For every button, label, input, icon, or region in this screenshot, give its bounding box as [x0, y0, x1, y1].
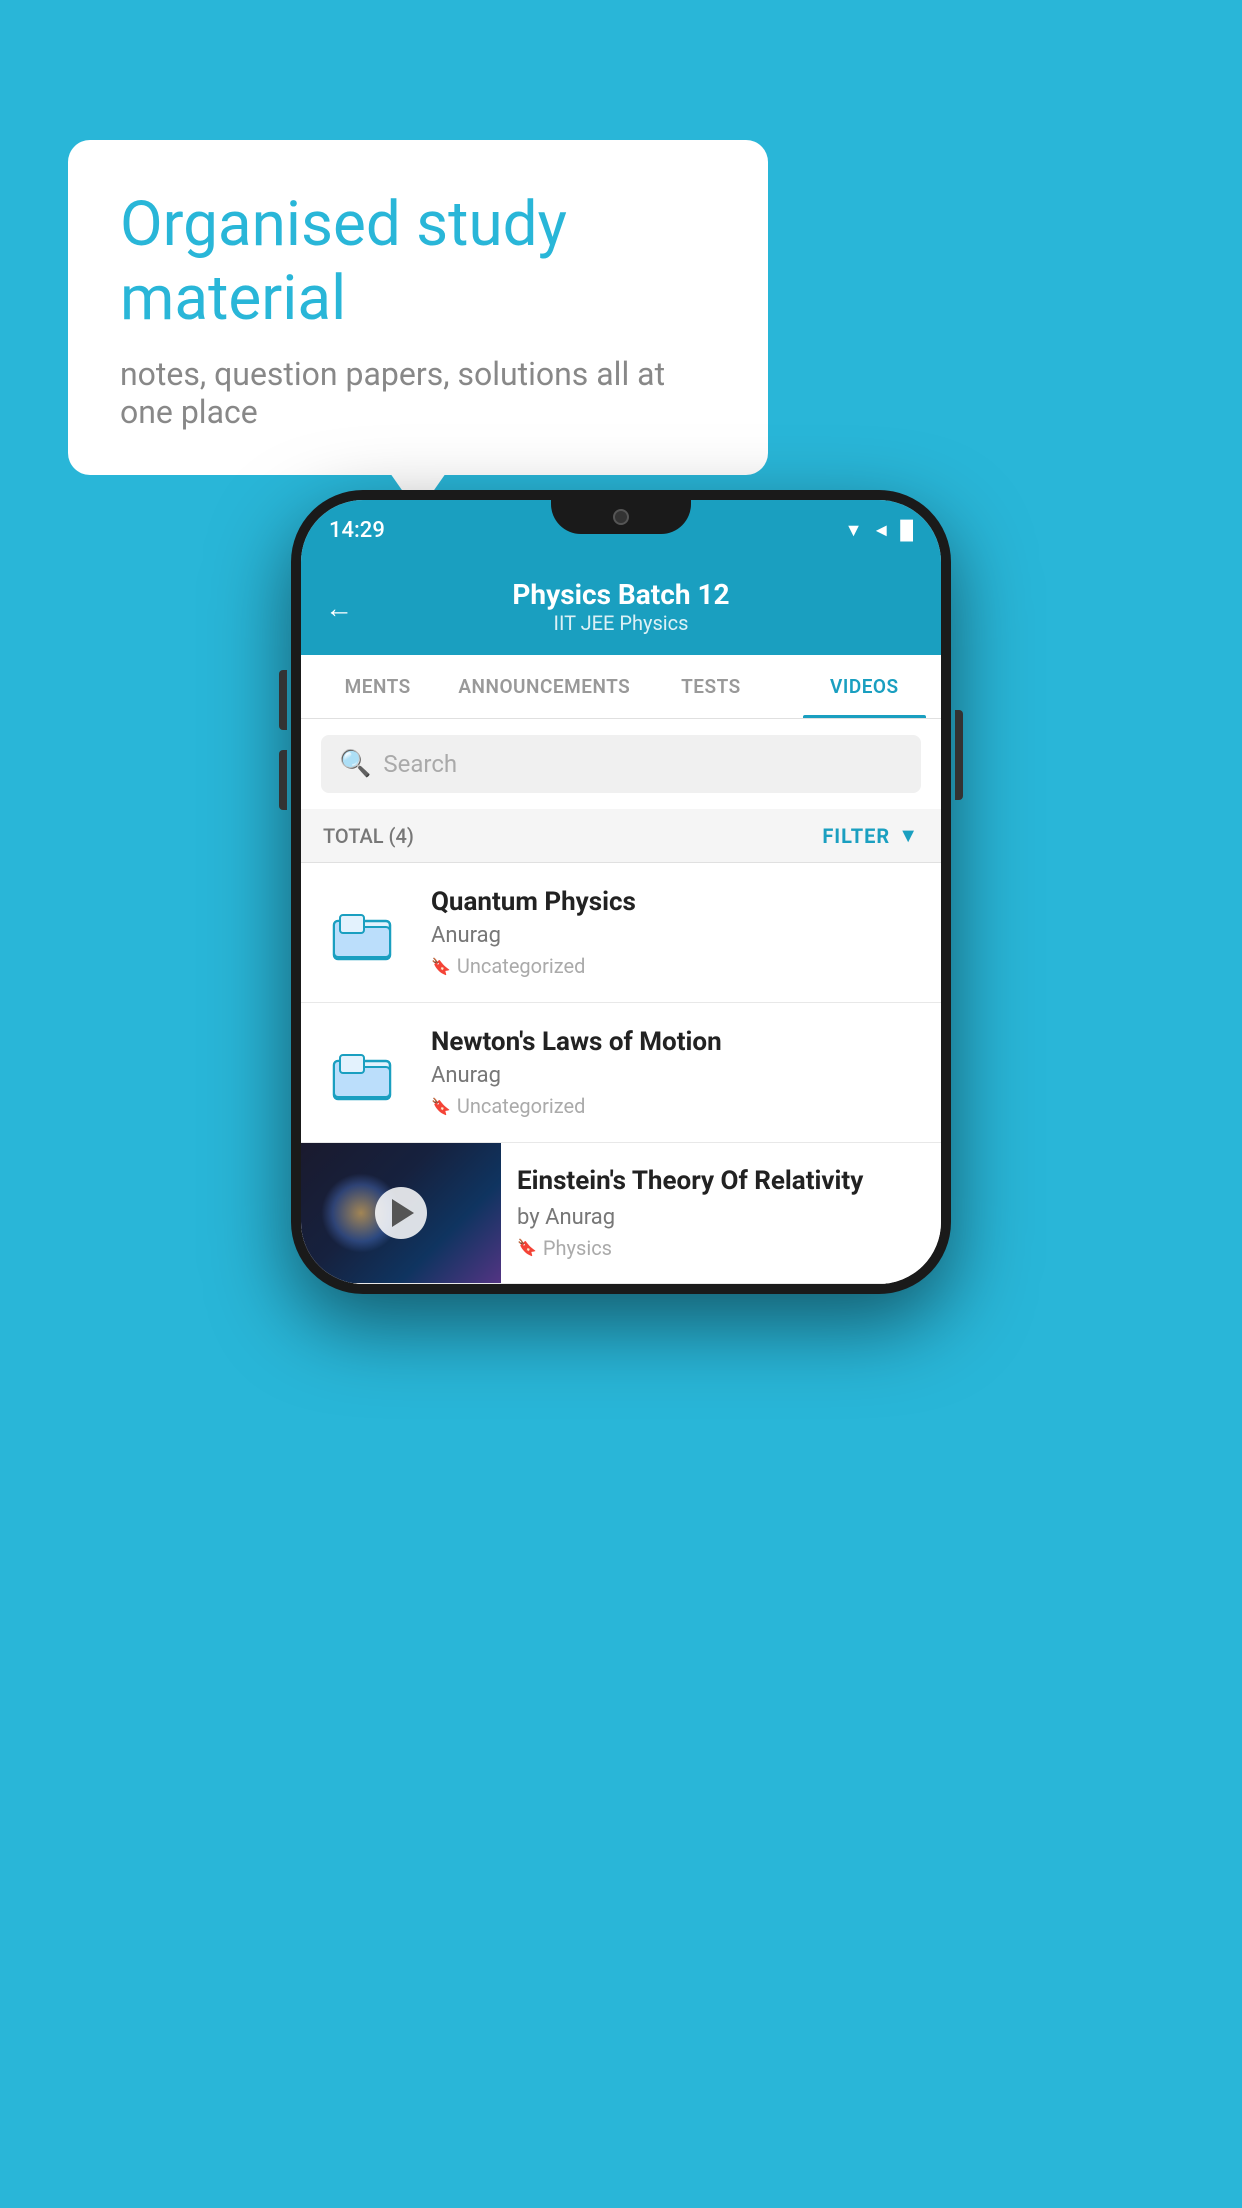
status-icons: ▼ ◄ █: [845, 520, 913, 541]
signal-icon: ◄: [872, 520, 890, 541]
tag-label: Uncategorized: [457, 1094, 585, 1118]
video-author: Anurag: [431, 923, 921, 948]
filter-button[interactable]: FILTER ▼: [822, 823, 919, 848]
video-thumbnail: [301, 1143, 501, 1283]
phone-side-btn-power: [955, 710, 963, 800]
folder-icon: [330, 897, 402, 969]
back-button[interactable]: ←: [325, 591, 353, 624]
tag-label: Uncategorized: [457, 954, 585, 978]
folder-icon: [330, 1037, 402, 1109]
video-tag: 🔖 Uncategorized: [431, 1094, 921, 1118]
video-tag: 🔖 Uncategorized: [431, 954, 921, 978]
filter-label: FILTER: [822, 824, 890, 848]
speech-bubble-title: Organised study material: [120, 188, 716, 337]
list-item[interactable]: Einstein's Theory Of Relativity by Anura…: [301, 1143, 941, 1284]
tag-icon: 🔖: [431, 957, 451, 976]
tab-tests[interactable]: TESTS: [634, 655, 787, 718]
header-title-block: Physics Batch 12 IIT JEE Physics: [512, 578, 729, 635]
notch: [551, 500, 691, 534]
batch-subtitle: IIT JEE Physics: [512, 611, 729, 635]
tab-ments[interactable]: MENTS: [301, 655, 454, 718]
video-title: Quantum Physics: [431, 887, 921, 917]
list-item[interactable]: Quantum Physics Anurag 🔖 Uncategorized: [301, 863, 941, 1003]
front-camera: [613, 509, 629, 525]
folder-thumbnail: [321, 1038, 411, 1108]
tag-icon: 🔖: [517, 1238, 537, 1257]
play-button[interactable]: [375, 1187, 427, 1239]
status-time: 14:29: [329, 518, 385, 543]
search-placeholder: Search: [383, 750, 457, 778]
tag-label: Physics: [543, 1236, 612, 1260]
search-bar[interactable]: 🔍 Search: [321, 735, 921, 793]
total-count: TOTAL (4): [323, 824, 414, 848]
phone-screen: 14:29 ▼ ◄ █ ← Physics Batch 12 IIT JEE P…: [301, 500, 941, 1284]
video-tag: 🔖 Physics: [517, 1236, 925, 1260]
video-title: Einstein's Theory Of Relativity: [517, 1165, 925, 1199]
battery-icon: █: [900, 520, 913, 541]
tabs-bar: MENTS ANNOUNCEMENTS TESTS VIDEOS: [301, 655, 941, 719]
speech-bubble-wrapper: Organised study material notes, question…: [68, 140, 768, 475]
video-item-info: Newton's Laws of Motion Anurag 🔖 Uncateg…: [431, 1027, 921, 1118]
filter-icon: ▼: [898, 823, 919, 848]
app-header: ← Physics Batch 12 IIT JEE Physics: [301, 560, 941, 655]
play-triangle-icon: [392, 1199, 414, 1227]
list-item[interactable]: Newton's Laws of Motion Anurag 🔖 Uncateg…: [301, 1003, 941, 1143]
folder-thumbnail: [321, 898, 411, 968]
video-author: by Anurag: [517, 1205, 925, 1230]
video-list: Quantum Physics Anurag 🔖 Uncategorized: [301, 863, 941, 1284]
video-item-info: Einstein's Theory Of Relativity by Anura…: [501, 1143, 941, 1282]
phone-side-btn-volume-down: [279, 750, 287, 810]
wifi-icon: ▼: [845, 520, 863, 541]
search-bar-container: 🔍 Search: [301, 719, 941, 809]
speech-bubble: Organised study material notes, question…: [68, 140, 768, 475]
tab-videos[interactable]: VIDEOS: [788, 655, 941, 718]
video-title: Newton's Laws of Motion: [431, 1027, 921, 1057]
status-bar: 14:29 ▼ ◄ █: [301, 500, 941, 560]
tag-icon: 🔖: [431, 1097, 451, 1116]
filter-row: TOTAL (4) FILTER ▼: [301, 809, 941, 863]
phone-outer: 14:29 ▼ ◄ █ ← Physics Batch 12 IIT JEE P…: [291, 490, 951, 1294]
tab-announcements[interactable]: ANNOUNCEMENTS: [454, 655, 634, 718]
video-author: Anurag: [431, 1063, 921, 1088]
speech-bubble-subtitle: notes, question papers, solutions all at…: [120, 355, 716, 431]
search-icon: 🔍: [339, 749, 371, 779]
batch-title: Physics Batch 12: [512, 578, 729, 611]
phone-side-btn-volume-up: [279, 670, 287, 730]
phone-wrapper: 14:29 ▼ ◄ █ ← Physics Batch 12 IIT JEE P…: [291, 490, 951, 1294]
video-item-info: Quantum Physics Anurag 🔖 Uncategorized: [431, 887, 921, 978]
